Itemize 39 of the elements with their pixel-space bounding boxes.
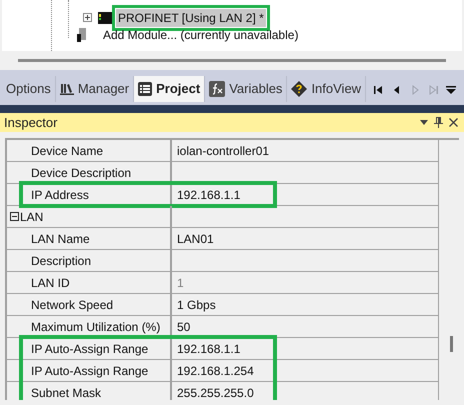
property-name: LAN Name xyxy=(31,230,90,248)
expand-icon[interactable] xyxy=(83,13,92,22)
property-name: LAN ID xyxy=(31,274,70,292)
property-value[interactable]: 192.168.1.254 xyxy=(177,362,254,380)
property-name: Maximum Utilization (%) xyxy=(31,318,160,336)
property-name: Description xyxy=(31,252,92,270)
property-name: Subnet Mask xyxy=(31,384,102,400)
collapse-icon[interactable] xyxy=(10,212,19,221)
property-name: IP Auto-Assign Range xyxy=(31,340,148,358)
dropdown-icon[interactable] xyxy=(420,120,428,125)
property-value[interactable]: 192.168.1.1 xyxy=(177,186,240,204)
panel-title: Inspector xyxy=(4,114,58,132)
category-label: LAN xyxy=(20,208,44,226)
property-value[interactable]: LAN01 xyxy=(177,230,214,248)
property-name: IP Auto-Assign Range xyxy=(31,362,148,380)
property-name: Device Name xyxy=(31,142,104,160)
dropdown-icon xyxy=(446,86,456,94)
property-name: IP Address xyxy=(31,186,89,204)
panel-tab[interactable]: Project xyxy=(134,76,206,102)
plugin-icon xyxy=(77,28,87,42)
property-name: Device Description xyxy=(31,164,132,182)
help-icon xyxy=(291,81,308,97)
property-value[interactable]: 192.168.1.1 xyxy=(177,340,240,358)
pin-icon[interactable] xyxy=(434,117,443,128)
function-icon xyxy=(209,81,226,97)
property-value[interactable]: 50 xyxy=(177,318,190,336)
scrollbar-thumb[interactable] xyxy=(450,336,453,352)
list-icon xyxy=(138,82,152,96)
property-value[interactable]: iolan-controller01 xyxy=(177,142,270,160)
property-value[interactable]: 255.255.255.0 xyxy=(177,384,254,400)
last-arrow-icon xyxy=(427,84,440,96)
close-icon[interactable] xyxy=(449,118,458,127)
horizontal-scrollbar[interactable] xyxy=(18,59,446,62)
books-icon xyxy=(60,83,74,95)
tree-item[interactable]: PROFINET [Using LAN 2] * xyxy=(116,8,266,26)
property-name: Network Speed xyxy=(31,296,114,314)
tree-item[interactable]: Add Module... (currently unavailable) xyxy=(101,26,300,44)
property-value[interactable]: 1 Gbps xyxy=(177,296,216,314)
module-icon xyxy=(98,10,112,24)
